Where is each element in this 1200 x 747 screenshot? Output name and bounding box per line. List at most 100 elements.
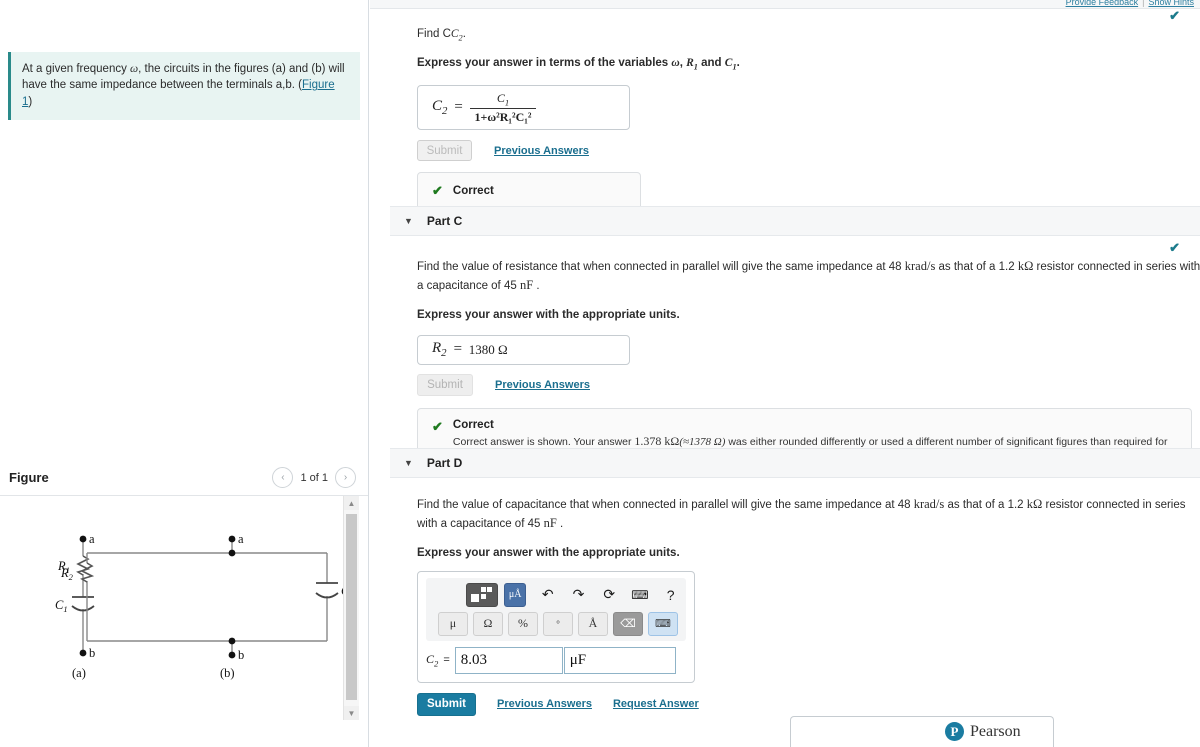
part-d-previous-answers-link[interactable]: Previous Answers	[497, 698, 592, 710]
hide-keyboard-icon[interactable]: ⌨	[648, 611, 678, 636]
part-c-body: Find the value of resistance that when c…	[417, 257, 1200, 477]
key-degree[interactable]: °	[543, 611, 573, 636]
part-b-status-check-icon: ✔	[1169, 8, 1180, 23]
part-c-answer-label-sub: 2	[441, 347, 447, 360]
part-c-question: Find the value of resistance that when c…	[417, 257, 1200, 296]
part-b-prompt: Find CC2.	[417, 26, 1177, 45]
part-b-answer-label: C2	[432, 98, 448, 118]
math-toolbar: μÅ ↶ ↷ ⟳ ⌨ ? μ Ω % ° Å ⌫ ⌨	[426, 577, 686, 641]
unit-button[interactable]: μÅ	[504, 582, 527, 607]
part-c-caret-icon[interactable]: ▼	[404, 216, 413, 226]
template-icon-glyph	[471, 586, 492, 602]
figure-body: a b R1 C1 (a) a b R2 (b)	[0, 496, 357, 720]
part-b-express-instruction: Express your answer in terms of the vari…	[417, 55, 1177, 74]
part-c-q-p4: .	[533, 280, 540, 293]
part-d-submit-button[interactable]: Submit	[417, 692, 476, 716]
part-b-correct-banner: ✔ Correct	[417, 172, 641, 211]
scrollbar-thumb[interactable]	[346, 514, 357, 700]
figure-navigation: ‹ 1 of 1 ›	[272, 467, 356, 488]
redo-icon[interactable]: ↷	[569, 584, 588, 606]
capacitor-c2-plate-bottom	[315, 592, 339, 599]
help-icon[interactable]: ?	[661, 584, 680, 606]
keyboard-icon[interactable]: ⌨	[631, 584, 650, 606]
part-d-express-instruction: Express your answer with the appropriate…	[417, 546, 680, 559]
part-c-correct-label: Correct	[452, 418, 494, 431]
part-b-correct-check-icon: ✔	[432, 183, 443, 199]
key-angstrom[interactable]: Å	[578, 611, 608, 636]
part-c-unit-krads: krad/s	[904, 259, 936, 273]
part-c-answer-label: R2	[432, 340, 447, 360]
problem-text-part1: At a given frequency	[22, 63, 131, 75]
part-d-unit-krads: krad/s	[913, 497, 945, 511]
part-d-question: Find the value of capacitance that when …	[417, 495, 1197, 534]
part-c-previous-answers-link[interactable]: Previous Answers	[495, 379, 590, 391]
part-d-value-input[interactable]: 8.03	[454, 646, 563, 674]
part-d-units-input[interactable]: μF	[563, 646, 676, 674]
key-omega[interactable]: Ω	[473, 611, 503, 636]
scroll-up-icon[interactable]: ▲	[344, 496, 359, 510]
fraction-denominator: 1+ω²R₁²C₁²	[469, 108, 537, 125]
problem-statement: At a given frequency ω, the circuits in …	[8, 52, 360, 120]
show-hints-link[interactable]: Show Hints	[1148, 0, 1194, 7]
part-d-unit-kohm: kΩ	[1026, 497, 1043, 511]
chevron-right-icon[interactable]: ›	[335, 467, 356, 488]
part-c-answer-value: 1380 Ω	[468, 341, 508, 357]
part-c-equals: =	[452, 341, 463, 358]
part-c-unit-nf: nF	[519, 278, 534, 293]
part-b-submit-button[interactable]: Submit	[417, 140, 472, 162]
part-b-express-and: and	[697, 56, 725, 69]
right-panel: Provide Feedback | Show Hints ✔ Find CC2. …	[370, 0, 1200, 747]
key-mu[interactable]: μ	[438, 611, 468, 636]
part-b-prompt-var: C2	[450, 28, 463, 43]
part-b-fraction: C1 1+ω²R₁²C₁²	[469, 90, 537, 125]
backspace-icon[interactable]: ⌫	[613, 611, 643, 636]
key-percent[interactable]: %	[508, 611, 538, 636]
circuit-b-caption: (b)	[220, 666, 235, 680]
node-b-label-circuit-a: b	[89, 646, 95, 660]
node-b-dot-circuit-b	[228, 651, 236, 659]
part-c-express-instruction: Express your answer with the appropriate…	[417, 308, 680, 321]
part-d-header[interactable]: ▼ Part D	[390, 448, 1200, 478]
part-c-unit-kohm: kΩ	[1017, 259, 1034, 273]
figure-scrollbar[interactable]: ▲ ▼	[343, 496, 359, 720]
node-b-junction-circuit-b	[228, 637, 236, 645]
part-b-previous-answers-link[interactable]: Previous Answers	[494, 145, 589, 157]
part-d-label: Part D	[426, 456, 463, 470]
part-c-detail-p1: Correct answer is shown. Your answer	[452, 435, 635, 448]
page-root: At a given frequency ω, the circuits in …	[0, 0, 1200, 747]
undo-icon[interactable]: ↶	[538, 584, 557, 606]
circuit-diagrams-svg: a b R1 C1 (a) a b R2 (b)	[55, 532, 354, 680]
part-d-q-p2: as that of a 1.2	[944, 499, 1027, 511]
part-d-unit-nf: nF	[543, 516, 557, 531]
part-b-var-c1: C1	[724, 56, 737, 72]
node-a-dot-circuit-b	[228, 535, 236, 543]
provide-feedback-link[interactable]: Provide Feedback	[1066, 0, 1139, 7]
top-toolbar-links: Provide Feedback | Show Hints	[1066, 0, 1194, 7]
fraction-numerator: C1	[496, 90, 510, 108]
part-d-equals: =	[443, 654, 450, 667]
part-d-actions: Submit Previous Answers Request Answer	[417, 692, 1197, 716]
part-c-submit-button[interactable]: Submit	[417, 373, 473, 396]
part-c-header[interactable]: ▼ Part C	[390, 206, 1200, 236]
node-b-label-circuit-b: b	[238, 648, 244, 662]
part-b-prompt-text: Find C	[417, 28, 451, 40]
part-b-express-end: .	[736, 56, 740, 69]
part-c-answer-field[interactable]: R2 = 1380 Ω	[417, 334, 630, 365]
chevron-left-icon[interactable]: ‹	[272, 467, 294, 488]
part-d-request-answer-link[interactable]: Request Answer	[613, 698, 699, 710]
part-c-detail-paren: (≈1378 Ω)	[679, 435, 726, 448]
reset-icon[interactable]: ⟳	[600, 584, 619, 606]
part-c-actions: Submit Previous Answers	[417, 373, 1200, 396]
template-icon[interactable]	[466, 582, 498, 607]
node-a-junction-circuit-b	[228, 549, 236, 557]
math-toolbar-row-2: μ Ω % ° Å ⌫ ⌨	[432, 611, 680, 636]
part-b-answer-field[interactable]: C2 = C1 1+ω²R₁²C₁²	[417, 85, 630, 131]
part-b-var-r1: R1	[686, 56, 698, 72]
scroll-down-icon[interactable]: ▼	[344, 706, 359, 720]
part-d-caret-icon[interactable]: ▼	[404, 458, 413, 468]
fraction-numerator-sub: 1	[504, 97, 510, 108]
part-b-body: Find CC2. Express your answer in terms o…	[417, 26, 1177, 211]
part-c-q-p2: as that of a 1.2	[935, 261, 1018, 273]
part-b-equals: =	[453, 99, 464, 116]
node-b-dot-circuit-a	[79, 649, 87, 657]
